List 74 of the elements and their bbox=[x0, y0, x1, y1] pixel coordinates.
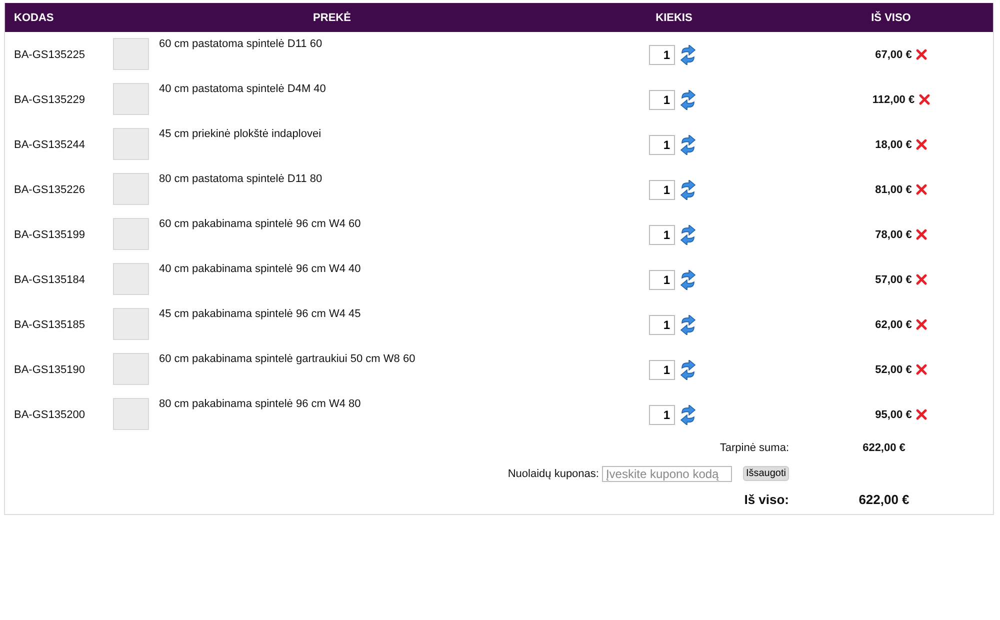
product-code: BA-GS135184 bbox=[13, 274, 86, 286]
product-code: BA-GS135244 bbox=[13, 138, 86, 150]
product-code: BA-GS135185 bbox=[13, 318, 86, 330]
refresh-icon[interactable] bbox=[679, 180, 697, 200]
delete-icon[interactable] bbox=[916, 139, 927, 150]
photo-placeholder bbox=[113, 353, 149, 385]
refresh-icon[interactable] bbox=[679, 134, 697, 154]
column-header: KODAS bbox=[13, 12, 55, 24]
refresh-icon[interactable] bbox=[679, 270, 697, 290]
photo-placeholder bbox=[113, 128, 149, 160]
refresh-icon[interactable] bbox=[679, 224, 697, 244]
quantity-field[interactable]: 1 bbox=[649, 404, 675, 424]
product-code: BA-GS135229 bbox=[13, 94, 86, 106]
line-total: 112,00 € bbox=[872, 94, 915, 106]
delete-icon[interactable] bbox=[916, 319, 927, 330]
product-code: BA-GS135190 bbox=[13, 364, 86, 376]
total-label: Iš viso: bbox=[743, 492, 789, 506]
quantity-field[interactable]: 1 bbox=[649, 360, 675, 380]
product-name: 80 cm pastatoma spintelė D11 80 bbox=[159, 173, 322, 185]
product-name: 60 cm pakabinama spintelė 96 cm W4 60 bbox=[159, 218, 361, 230]
subtotal-value: 622,00 € bbox=[862, 442, 906, 454]
quantity-field[interactable]: 1 bbox=[649, 270, 675, 290]
delete-icon[interactable] bbox=[916, 364, 927, 375]
photo-placeholder bbox=[113, 38, 149, 70]
coupon-field[interactable]: Įveskite kupono kodą bbox=[602, 466, 732, 482]
refresh-icon[interactable] bbox=[679, 90, 697, 110]
coupon-label: Nuolaidų kuponas: bbox=[508, 468, 599, 480]
delete-icon[interactable] bbox=[916, 229, 927, 240]
refresh-icon[interactable] bbox=[679, 44, 697, 64]
quantity-field[interactable]: 1 bbox=[649, 134, 675, 154]
save-button[interactable]: Išsaugoti bbox=[742, 466, 789, 481]
delete-icon[interactable] bbox=[918, 94, 930, 105]
line-total: 52,00 € bbox=[875, 364, 912, 376]
product-code: BA-GS135226 bbox=[13, 184, 86, 196]
product-name: 60 cm pastatoma spintelė D11 60 bbox=[159, 38, 322, 50]
subtotal-label: Tarpinė suma: bbox=[718, 442, 789, 454]
photo-placeholder bbox=[113, 218, 149, 250]
total-value: 622,00 € bbox=[858, 492, 910, 506]
delete-icon[interactable] bbox=[916, 184, 927, 195]
column-header: KIEKIS bbox=[654, 12, 694, 24]
refresh-icon[interactable] bbox=[679, 314, 697, 334]
delete-icon[interactable] bbox=[916, 409, 927, 420]
quantity-field[interactable]: 1 bbox=[649, 224, 675, 244]
quantity-field[interactable]: 1 bbox=[649, 180, 675, 200]
refresh-icon[interactable] bbox=[679, 404, 697, 424]
column-header: PREKĖ bbox=[312, 12, 352, 24]
quantity-field[interactable]: 1 bbox=[649, 90, 675, 110]
product-name: 40 cm pakabinama spintelė 96 cm W4 40 bbox=[159, 263, 361, 275]
photo-placeholder bbox=[113, 263, 149, 295]
line-total: 78,00 € bbox=[875, 228, 912, 240]
product-code: BA-GS135200 bbox=[13, 408, 86, 420]
column-header: IŠ VISO bbox=[870, 12, 912, 24]
line-total: 67,00 € bbox=[875, 48, 912, 60]
product-name: 45 cm priekinė plokštė indaplovei bbox=[159, 128, 322, 140]
product-code: BA-GS135199 bbox=[13, 228, 86, 240]
product-name: 80 cm pakabinama spintelė 96 cm W4 80 bbox=[159, 398, 361, 410]
line-total: 18,00 € bbox=[875, 138, 912, 150]
photo-placeholder bbox=[113, 308, 149, 340]
product-code: BA-GS135225 bbox=[13, 48, 86, 60]
line-total: 81,00 € bbox=[875, 184, 912, 196]
photo-placeholder bbox=[113, 83, 149, 115]
product-name: 60 cm pakabinama spintelė gartraukiui 50 cm W8 60 bbox=[159, 353, 416, 365]
delete-icon[interactable] bbox=[916, 49, 927, 60]
quantity-field[interactable]: 1 bbox=[649, 44, 675, 64]
line-total: 62,00 € bbox=[875, 318, 912, 330]
line-total: 95,00 € bbox=[875, 408, 912, 420]
line-total: 57,00 € bbox=[875, 274, 912, 286]
quantity-field[interactable]: 1 bbox=[649, 314, 675, 334]
refresh-icon[interactable] bbox=[679, 360, 697, 380]
product-name: 40 cm pastatoma spintelė D4M 40 bbox=[159, 83, 326, 95]
product-name: 45 cm pakabinama spintelė 96 cm W4 45 bbox=[159, 308, 361, 320]
delete-icon[interactable] bbox=[916, 274, 927, 285]
photo-placeholder bbox=[113, 398, 149, 430]
photo-placeholder bbox=[113, 173, 149, 205]
